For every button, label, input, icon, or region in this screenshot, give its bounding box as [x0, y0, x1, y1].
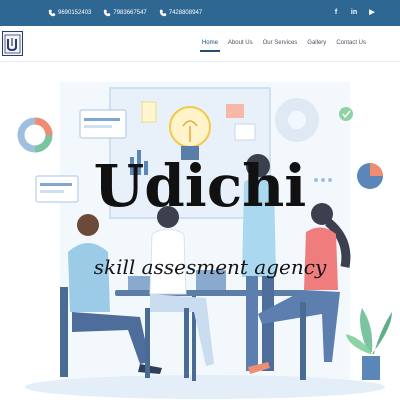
youtube-icon[interactable]: ▶	[366, 6, 378, 18]
logo-icon	[4, 34, 21, 53]
hero-banner: Udichi skill assesment agency	[0, 62, 400, 400]
nav-gallery[interactable]: Gallery	[307, 40, 326, 50]
linkedin-icon[interactable]: in	[348, 6, 360, 18]
phone-number: 7428808947	[168, 10, 203, 16]
phone-item-2[interactable]: 7983667547	[103, 9, 147, 17]
plant-illustration	[346, 308, 392, 380]
nav-about-us[interactable]: About Us	[228, 40, 253, 50]
phone-item-3[interactable]: 7428808947	[159, 9, 202, 17]
social-links: f in ▶	[330, 6, 378, 18]
nav-menu: Home About Us Our Services Gallery Conta…	[199, 40, 366, 52]
hero-illustration	[17, 82, 392, 399]
main-navbar: Home About Us Our Services Gallery Conta…	[0, 26, 400, 62]
check-icon	[339, 107, 353, 121]
logo[interactable]	[2, 31, 23, 56]
nav-our-services[interactable]: Our Services	[263, 40, 298, 50]
phone-item-1[interactable]: 9690152403	[48, 9, 91, 17]
hero-title: Udichi	[93, 152, 307, 220]
phone-icon	[104, 9, 111, 17]
phone-number: 9690152403	[58, 10, 92, 16]
facebook-icon[interactable]: f	[330, 6, 342, 18]
hero-subtitle: skill assesment agency	[93, 255, 327, 279]
phone-icon	[159, 9, 166, 17]
nav-home[interactable]: Home	[199, 40, 220, 52]
nav-contact-us[interactable]: Contact Us	[336, 40, 366, 50]
top-contact-bar: 9690152403 7983667547 7428808947 f in ▶	[0, 0, 400, 26]
gear-icon	[275, 98, 319, 142]
phone-list: 9690152403 7983667547 7428808947	[48, 9, 214, 17]
phone-number: 7983667547	[113, 10, 147, 16]
phone-icon	[48, 9, 56, 17]
donut-chart-icon	[17, 117, 53, 153]
